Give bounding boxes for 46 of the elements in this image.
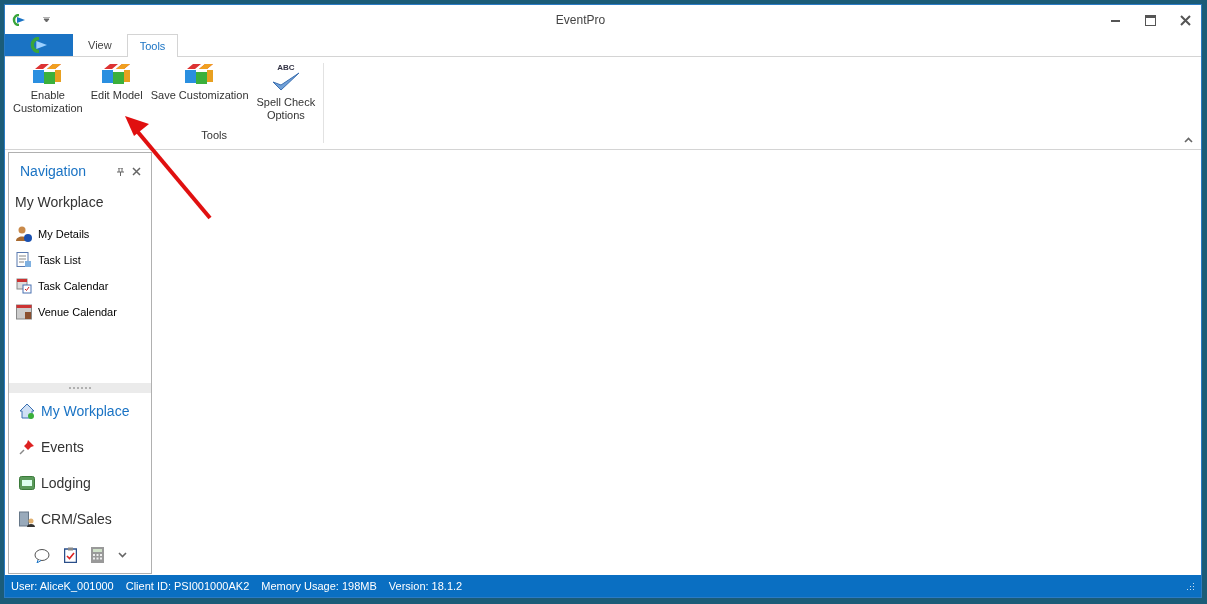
- maximize-button[interactable]: [1145, 14, 1156, 26]
- status-text: Memory Usage: 198MB: [261, 578, 377, 594]
- document-list-icon: [16, 252, 32, 268]
- checkmark-icon: [270, 72, 301, 92]
- navigation-item[interactable]: Task List: [9, 247, 151, 273]
- status-text: User: AliceK_001000: [11, 578, 114, 594]
- pin-icon[interactable]: [117, 167, 124, 176]
- navigation-module[interactable]: Events: [9, 429, 151, 465]
- status-text: Version: 18.1.2: [388, 578, 463, 594]
- building-person-icon: [19, 511, 35, 527]
- navigation-item[interactable]: My Details: [9, 221, 151, 247]
- quick-access-dropdown-icon[interactable]: [43, 17, 50, 23]
- pushpin-icon: [19, 439, 35, 455]
- navigation-title: Navigation: [20, 162, 88, 181]
- calculator-icon[interactable]: [90, 547, 104, 563]
- ribbon-button[interactable]: Edit Model: [86, 63, 147, 122]
- splitter-handle[interactable]: [9, 383, 151, 393]
- resize-grip-icon[interactable]: [1187, 582, 1195, 590]
- navigation-module[interactable]: CRM/Sales: [9, 501, 151, 537]
- ribbon-button[interactable]: Enable Customization: [9, 63, 87, 122]
- ribbon-button[interactable]: Save Customization: [146, 63, 253, 122]
- calendar-check-icon: [16, 278, 32, 294]
- navigation-item[interactable]: Venue Calendar: [9, 299, 151, 325]
- collapse-ribbon-icon[interactable]: [1184, 137, 1193, 143]
- icon-label: ABC: [277, 63, 295, 72]
- calendar-icon: [16, 304, 32, 320]
- person-info-icon: [16, 226, 32, 242]
- chevron-down-icon[interactable]: [117, 552, 127, 558]
- clipboard-icon[interactable]: [63, 547, 77, 563]
- section-title: My Workplace: [14, 193, 105, 212]
- ribbon-tab[interactable]: View: [75, 32, 125, 56]
- house-icon: [19, 403, 35, 419]
- app-logo-icon: [11, 14, 27, 26]
- navigation-module[interactable]: My Workplace: [9, 393, 151, 429]
- bed-icon: [19, 475, 35, 491]
- application-menu-button[interactable]: [5, 34, 73, 56]
- ribbon-group-label: Tools: [200, 127, 228, 143]
- ribbon-button[interactable]: ABC Spell Check Options: [252, 63, 320, 122]
- window-title: EventPro: [554, 12, 607, 29]
- close-icon[interactable]: [132, 167, 141, 176]
- navigation-item[interactable]: Task Calendar: [9, 273, 151, 299]
- navigation-module[interactable]: Lodging: [9, 465, 151, 501]
- ribbon-tab[interactable]: Tools: [126, 33, 179, 57]
- close-button[interactable]: [1180, 14, 1191, 26]
- status-text: Client ID: PSI001000AK2: [125, 578, 250, 594]
- speech-bubble-icon[interactable]: [33, 547, 50, 563]
